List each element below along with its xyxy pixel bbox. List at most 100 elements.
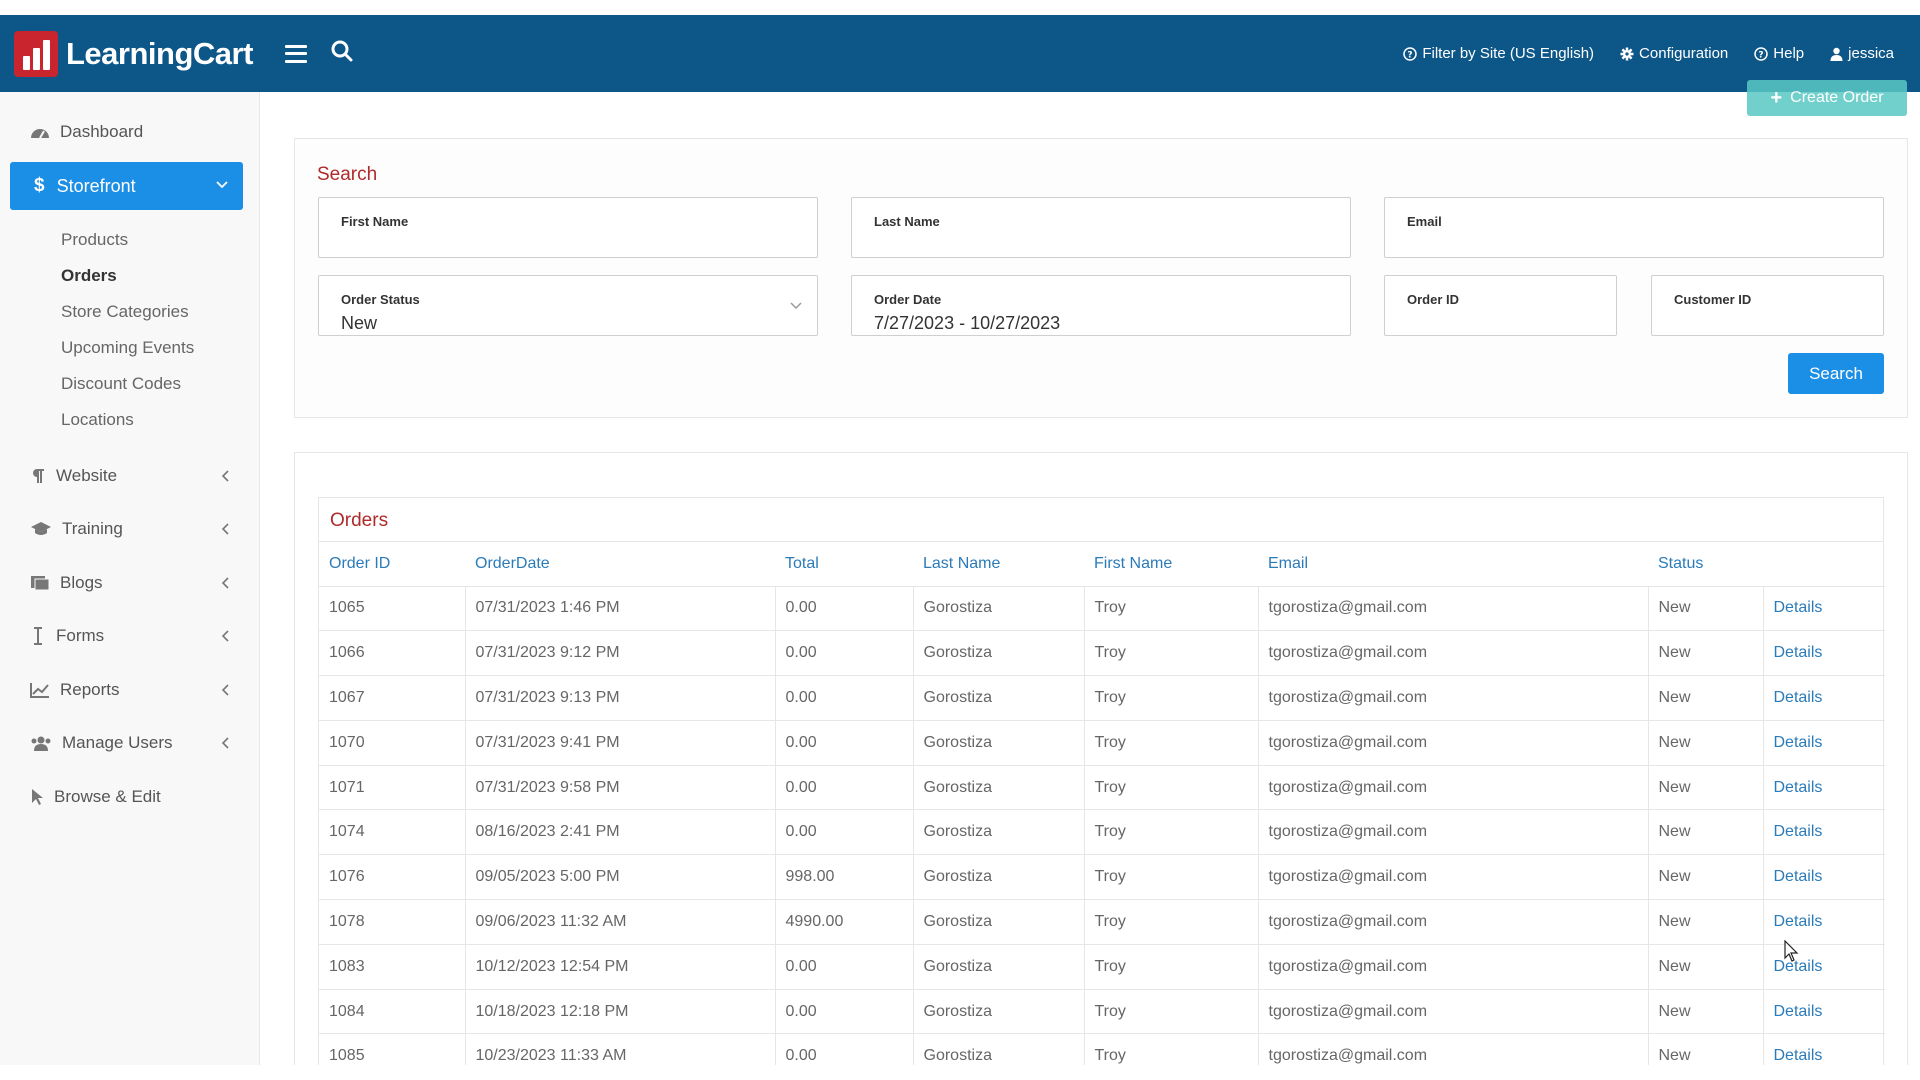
table-row: 1071 07/31/2023 9:58 PM 0.00 Gorostiza Troy t… xyxy=(319,765,1885,811)
cell-order-id: 1083 xyxy=(319,944,465,990)
order-date-label: Order Date xyxy=(874,292,942,307)
svg-text:?: ? xyxy=(1759,50,1764,60)
cell-order-date: 07/31/2023 1:46 PM xyxy=(464,586,775,632)
logo[interactable]: LearningCart xyxy=(14,30,253,77)
customer-id-field[interactable]: Customer ID xyxy=(1651,275,1884,336)
sidebar-item-website[interactable]: Website xyxy=(30,466,230,486)
cell-details-link[interactable]: Details xyxy=(1762,586,1885,632)
cell-first-name: Troy xyxy=(1083,765,1258,811)
sidebar-item-storefront[interactable]: $ Storefront xyxy=(10,162,243,210)
cell-details-link[interactable]: Details xyxy=(1762,899,1885,945)
hamburger-menu-icon[interactable] xyxy=(284,44,307,63)
cell-status: New xyxy=(1647,944,1763,990)
cell-order-id: 1070 xyxy=(319,720,465,766)
cell-order-id: 1074 xyxy=(319,809,465,856)
table-row: 1067 07/31/2023 9:13 PM 0.00 Gorostiza Troy t… xyxy=(319,675,1885,721)
cell-first-name: Troy xyxy=(1083,899,1258,945)
cell-email: tgorostiza@gmail.com xyxy=(1257,630,1648,677)
last-name-field[interactable]: Last Name xyxy=(851,197,1351,258)
cell-details-link[interactable]: Details xyxy=(1762,675,1885,721)
cell-email: tgorostiza@gmail.com xyxy=(1257,765,1648,811)
user-menu[interactable]: jessica xyxy=(1830,45,1894,62)
svg-text:?: ? xyxy=(1408,50,1413,60)
chevron-left-icon xyxy=(221,523,229,535)
column-header-last-name[interactable]: Last Name xyxy=(913,542,1084,587)
cell-details-link[interactable]: Details xyxy=(1762,809,1885,856)
sidebar-subitem-products[interactable]: Products xyxy=(61,230,128,250)
gear-icon xyxy=(1620,47,1634,60)
mouse-cursor-icon xyxy=(1784,940,1799,962)
configuration-link[interactable]: Configuration xyxy=(1620,45,1728,62)
cell-details-link[interactable]: Details xyxy=(1762,854,1885,901)
cell-first-name: Troy xyxy=(1083,586,1258,632)
column-header-total[interactable]: Total xyxy=(775,542,913,587)
blog-icon xyxy=(31,576,50,591)
email-field[interactable]: Email xyxy=(1384,197,1884,258)
sidebar-subitem-store-categories[interactable]: Store Categories xyxy=(61,302,189,322)
cell-details-link[interactable]: Details xyxy=(1762,989,1885,1035)
cell-details-link[interactable]: Details xyxy=(1762,944,1885,990)
cell-last-name: Gorostiza xyxy=(912,899,1084,945)
sidebar-item-dashboard[interactable]: Dashboard xyxy=(30,122,230,142)
sidebar-item-browse-edit[interactable]: Browse & Edit xyxy=(30,787,230,807)
sidebar-item-reports[interactable]: Reports xyxy=(30,680,230,700)
order-id-field[interactable]: Order ID xyxy=(1384,275,1617,336)
chevron-left-icon xyxy=(221,630,229,642)
column-header-order-date[interactable]: OrderDate xyxy=(465,542,775,587)
table-row: 1078 09/06/2023 11:32 AM 4990.00 Gorostiza T… xyxy=(319,899,1885,945)
logo-text: LearningCart xyxy=(66,35,253,71)
cell-last-name: Gorostiza xyxy=(912,989,1084,1035)
sidebar-item-blogs[interactable]: Blogs xyxy=(30,573,230,593)
search-icon[interactable] xyxy=(331,40,353,67)
filter-by-site-link[interactable]: ? Filter by Site (US English) xyxy=(1403,45,1594,62)
cell-email: tgorostiza@gmail.com xyxy=(1257,854,1648,901)
sidebar-item-forms[interactable]: Forms xyxy=(30,626,230,646)
column-header-email[interactable]: Email xyxy=(1258,542,1648,587)
cell-details-link[interactable]: Details xyxy=(1762,765,1885,811)
cell-email: tgorostiza@gmail.com xyxy=(1257,989,1648,1035)
sidebar-subitem-discount-codes[interactable]: Discount Codes xyxy=(61,374,181,394)
order-date-field[interactable]: Order Date 7/27/2023 - 10/27/2023 xyxy=(851,275,1351,336)
cell-total: 4990.00 xyxy=(774,899,913,945)
cell-first-name: Troy xyxy=(1083,854,1258,901)
help-link[interactable]: ? Help xyxy=(1754,45,1804,62)
sidebar-subitem-orders[interactable]: Orders xyxy=(61,266,117,286)
column-header-first-name[interactable]: First Name xyxy=(1084,542,1258,587)
create-order-button[interactable]: + Create Order xyxy=(1747,80,1907,116)
sidebar-item-label: Website xyxy=(56,466,118,485)
sidebar: Dashboard $ Storefront Products Orders S… xyxy=(0,92,260,1065)
first-name-field[interactable]: First Name xyxy=(318,197,818,258)
cell-status: New xyxy=(1647,854,1763,901)
question-circle-icon: ? xyxy=(1754,46,1769,61)
table-row: 1076 09/05/2023 5:00 PM 998.00 Gorostiza Tro… xyxy=(319,854,1885,901)
sidebar-subitem-locations[interactable]: Locations xyxy=(61,410,134,430)
users-icon xyxy=(31,736,51,751)
cell-details-link[interactable]: Details xyxy=(1762,720,1885,766)
search-button[interactable]: Search xyxy=(1788,353,1884,394)
sidebar-subitem-upcoming-events[interactable]: Upcoming Events xyxy=(61,338,194,358)
column-header-status[interactable]: Status xyxy=(1648,542,1763,587)
chevron-down-icon xyxy=(790,302,802,310)
chevron-down-icon xyxy=(216,181,228,189)
cell-status: New xyxy=(1647,809,1763,856)
sidebar-item-label: Training xyxy=(62,519,123,538)
cell-order-id: 1071 xyxy=(319,765,465,811)
column-header-order-id[interactable]: Order ID xyxy=(319,542,465,587)
orders-table: Order ID OrderDate Total Last Name First… xyxy=(319,542,1885,1080)
cell-details-link[interactable]: Details xyxy=(1762,630,1885,677)
cell-total: 0.00 xyxy=(774,989,913,1035)
orders-table-container: Orders Order ID OrderDate Total Last Nam… xyxy=(318,497,1885,1080)
first-name-label: First Name xyxy=(341,214,409,229)
table-row: 1070 07/31/2023 9:41 PM 0.00 Gorostiza Troy t… xyxy=(319,720,1885,766)
cell-total: 0.00 xyxy=(774,586,913,632)
sidebar-item-training[interactable]: Training xyxy=(30,519,230,539)
text-cursor-icon xyxy=(34,627,42,645)
cell-status: New xyxy=(1647,586,1763,632)
order-status-select[interactable]: Order Status New xyxy=(318,275,818,336)
sidebar-item-manage-users[interactable]: Manage Users xyxy=(30,733,230,753)
cell-email: tgorostiza@gmail.com xyxy=(1257,720,1648,766)
top-strip xyxy=(0,0,1920,15)
cell-last-name: Gorostiza xyxy=(912,630,1084,677)
cell-order-date: 09/06/2023 11:32 AM xyxy=(464,899,775,945)
cell-email: tgorostiza@gmail.com xyxy=(1257,809,1648,856)
